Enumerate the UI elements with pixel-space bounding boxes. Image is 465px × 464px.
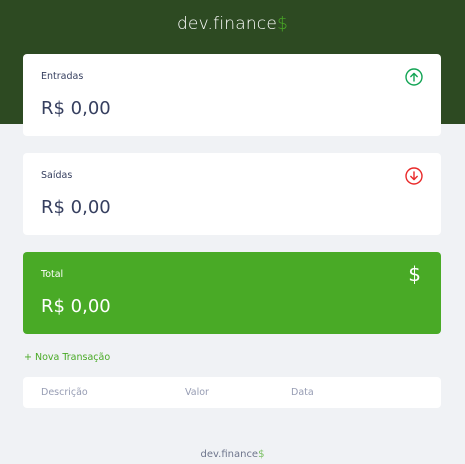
dollar-icon: $ (408, 262, 421, 286)
income-label: Entradas (41, 71, 84, 82)
logo-text: dev.finance (176, 14, 278, 34)
arrow-down-circle-icon (405, 167, 423, 185)
logo-accent: $ (277, 14, 289, 34)
new-transaction-link[interactable]: + Nova Transação (24, 352, 110, 363)
column-date: Data (291, 387, 314, 398)
arrow-up-circle-icon (405, 68, 423, 86)
total-card: Total $ R$ 0,00 (23, 252, 441, 334)
expense-value: R$ 0,00 (41, 197, 111, 218)
income-value: R$ 0,00 (41, 98, 111, 119)
footer-accent: $ (258, 449, 265, 460)
expense-card: Saídas R$ 0,00 (23, 153, 441, 235)
app-logo: dev.finance$ (0, 14, 465, 34)
total-label: Total (41, 269, 64, 280)
page-footer: dev.finance$ (0, 449, 465, 460)
total-value: R$ 0,00 (41, 296, 111, 317)
expense-label: Saídas (41, 170, 73, 181)
transactions-table: Descrição Valor Data (23, 377, 441, 408)
footer-text: dev.finance (200, 449, 259, 460)
column-description: Descrição (41, 387, 88, 398)
column-value: Valor (185, 387, 209, 398)
income-card: Entradas R$ 0,00 (23, 54, 441, 136)
